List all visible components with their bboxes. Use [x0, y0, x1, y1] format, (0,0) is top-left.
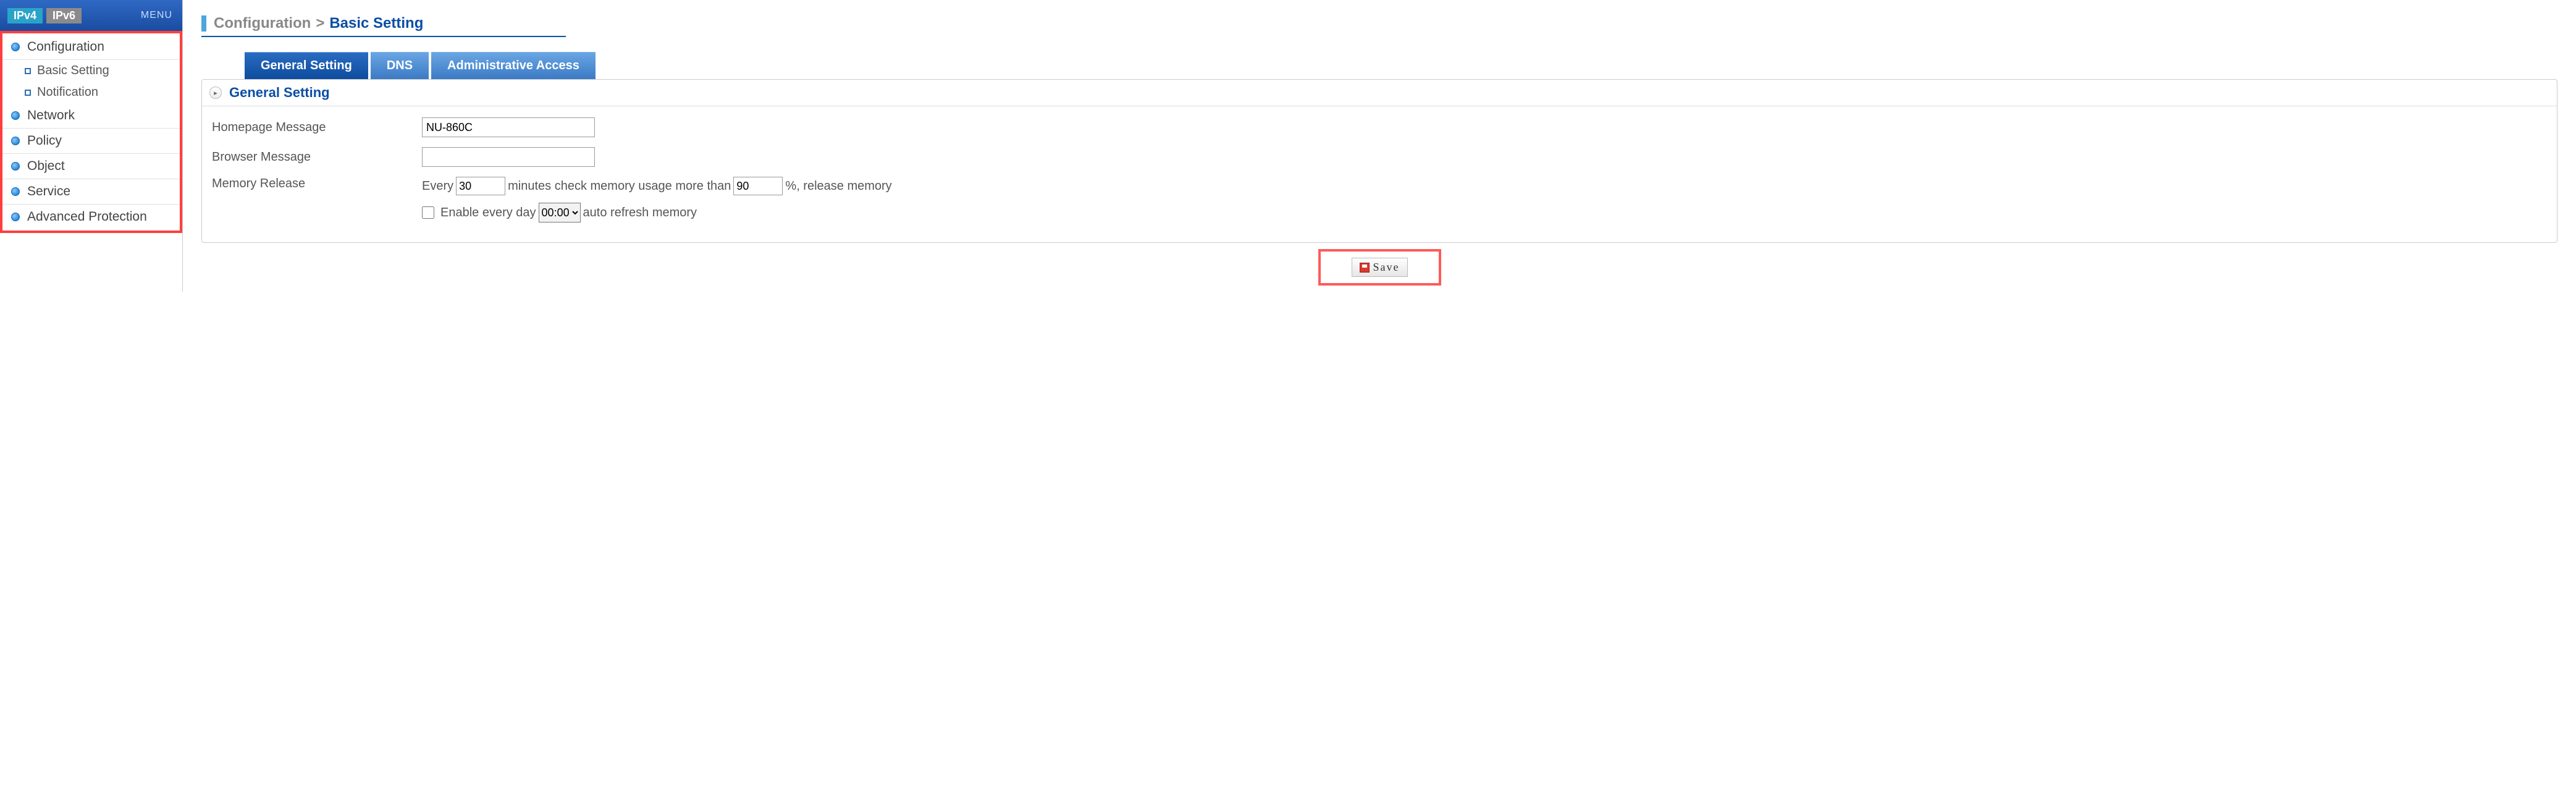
panel-header: ▸ General Setting [202, 80, 2557, 106]
nav-item-network[interactable]: Network [2, 103, 180, 129]
homepage-message-label: Homepage Message [212, 121, 422, 135]
browser-message-input[interactable] [422, 147, 595, 167]
bullet-icon [11, 162, 20, 171]
bullet-icon [11, 213, 20, 221]
collapse-icon[interactable]: ▸ [209, 87, 222, 99]
breadcrumb-current: Basic Setting [329, 15, 423, 32]
panel-body: Homepage Message Browser Message Memory … [202, 106, 2557, 242]
general-setting-panel: ▸ General Setting Homepage Message Brows… [201, 79, 2557, 243]
save-icon [1360, 263, 1370, 273]
breadcrumb-accent [201, 15, 206, 32]
panel-title: General Setting [229, 85, 330, 101]
breadcrumb: Configuration > Basic Setting [201, 15, 566, 37]
enable-auto-refresh-checkbox[interactable] [422, 206, 434, 219]
nav-sublist-configuration: Basic Setting Notification [2, 60, 180, 103]
mem-text-release: %, release memory [785, 179, 891, 193]
nav-subitem-label: Basic Setting [37, 64, 109, 78]
row-homepage-message: Homepage Message [212, 112, 2547, 142]
nav-item-service[interactable]: Service [2, 179, 180, 205]
tab-general-setting[interactable]: General Setting [245, 52, 368, 79]
memory-release-label: Memory Release [212, 177, 422, 191]
nav-item-label: Object [27, 159, 65, 174]
memory-percent-input[interactable] [733, 177, 783, 195]
nav-subitem-label: Notification [37, 85, 98, 100]
bullet-icon [11, 137, 20, 145]
row-browser-message: Browser Message [212, 142, 2547, 172]
memory-minutes-input[interactable] [456, 177, 505, 195]
mem-text-every: Every [422, 179, 453, 193]
sidebar: IPv4 IPv6 MENU Configuration Basic Setti… [0, 0, 183, 292]
browser-message-label: Browser Message [212, 150, 422, 164]
save-button[interactable]: Save [1352, 258, 1408, 277]
nav-item-configuration[interactable]: Configuration [2, 35, 180, 60]
memory-line-1: Every minutes check memory usage more th… [422, 177, 2547, 195]
ipv6-toggle[interactable]: IPv6 [46, 8, 82, 23]
nav-item-label: Network [27, 108, 75, 123]
nav-item-advanced-protection[interactable]: Advanced Protection [2, 205, 180, 229]
ipv4-toggle[interactable]: IPv4 [7, 8, 43, 23]
auto-refresh-time-select[interactable]: 00:00 [539, 203, 581, 222]
square-bullet-icon [25, 90, 31, 96]
nav-tree: Configuration Basic Setting Notification… [0, 31, 182, 233]
mem-enable-label: Enable every day [440, 206, 536, 220]
nav-item-policy[interactable]: Policy [2, 129, 180, 154]
tab-dns[interactable]: DNS [371, 52, 429, 79]
save-highlight-box: Save [1318, 249, 1441, 286]
bullet-icon [11, 111, 20, 120]
menu-label: MENU [141, 10, 172, 21]
nav-subitem-notification[interactable]: Notification [25, 82, 180, 103]
nav-item-object[interactable]: Object [2, 154, 180, 179]
nav-item-label: Configuration [27, 40, 104, 54]
nav-subitem-basic-setting[interactable]: Basic Setting [25, 60, 180, 82]
square-bullet-icon [25, 68, 31, 74]
breadcrumb-sep: > [316, 15, 324, 32]
nav-item-label: Policy [27, 133, 62, 148]
mem-text-autorefresh: auto refresh memory [583, 206, 697, 220]
save-button-label: Save [1373, 261, 1400, 274]
bullet-icon [11, 187, 20, 196]
memory-line-2: Enable every day 00:00 auto refresh memo… [422, 203, 2547, 222]
row-memory-release: Memory Release Every minutes check memor… [212, 172, 2547, 227]
mem-text-check: minutes check memory usage more than [508, 179, 731, 193]
main-content: Configuration > Basic Setting General Se… [183, 0, 2576, 292]
save-row: Save [201, 249, 2557, 286]
tab-bar: General Setting DNS Administrative Acces… [245, 52, 2557, 79]
homepage-message-input[interactable] [422, 117, 595, 137]
breadcrumb-root: Configuration [214, 15, 311, 32]
sidebar-header: IPv4 IPv6 MENU [0, 0, 182, 31]
nav-item-label: Advanced Protection [27, 210, 147, 224]
tab-administrative-access[interactable]: Administrative Access [431, 52, 596, 79]
nav-item-label: Service [27, 184, 70, 199]
bullet-icon [11, 43, 20, 51]
